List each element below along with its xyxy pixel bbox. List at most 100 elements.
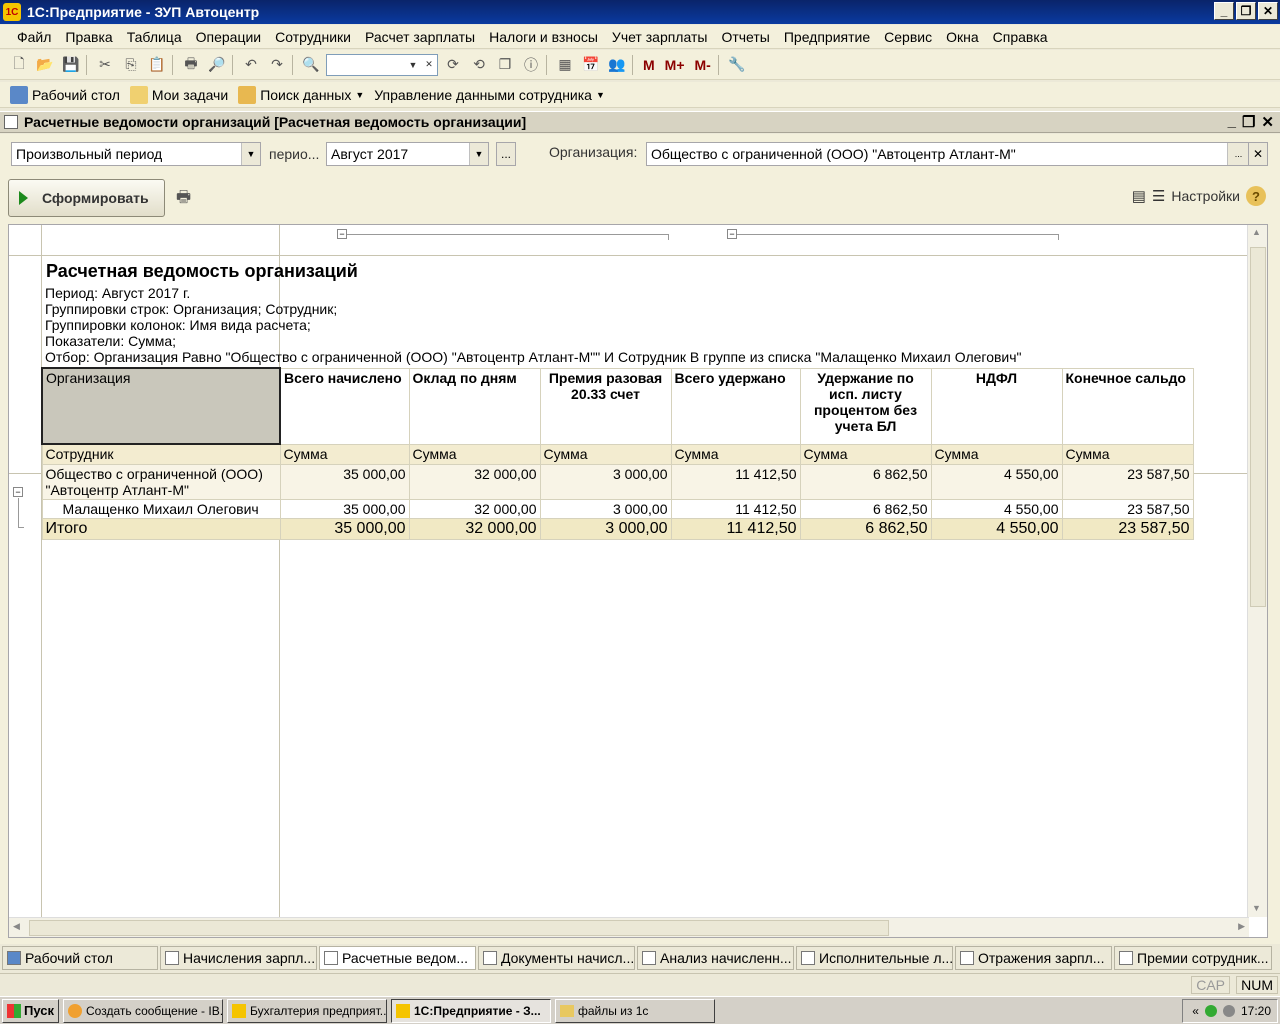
org-input[interactable]: Общество с ограниченной (ООО) "Автоцентр… [646, 142, 1250, 166]
subheader-measure[interactable]: Сумма [1061, 443, 1194, 465]
generate-button[interactable]: Сформировать [8, 179, 165, 217]
menu-operations[interactable]: Операции [189, 29, 269, 45]
report-spreadsheet[interactable]: − − − Расчетная ведомость организаций Пе… [8, 224, 1268, 938]
tray-app-icon[interactable] [1204, 1005, 1217, 1017]
window-tab-desktop[interactable]: Рабочий стол [2, 946, 158, 970]
value-cell[interactable]: 11 412,50 [670, 498, 801, 519]
window-tab-accrual-analysis[interactable]: Анализ начисленн... [637, 946, 794, 970]
collapse-group-icon[interactable]: − [337, 229, 347, 239]
menu-employees[interactable]: Сотрудники [268, 29, 358, 45]
preview-icon[interactable]: 🔎 [206, 54, 228, 76]
help-icon[interactable]: ? [1246, 186, 1266, 206]
menu-file[interactable]: Файл [10, 29, 58, 45]
close-button[interactable]: ✕ [1258, 2, 1278, 20]
header-final-balance[interactable]: Конечное сальдо [1061, 367, 1194, 445]
desktop-button[interactable]: Рабочий стол [10, 85, 120, 104]
subheader-measure[interactable]: Сумма [408, 443, 541, 465]
total-value-cell[interactable]: 3 000,00 [539, 517, 672, 540]
chevron-down-icon[interactable]: ▼ [405, 55, 421, 75]
calculator-icon[interactable]: ▦ [554, 54, 576, 76]
menu-help[interactable]: Справка [986, 29, 1055, 45]
header-ndfl[interactable]: НДФЛ [930, 367, 1063, 445]
header-total-accrued[interactable]: Всего начислено [279, 367, 410, 445]
menu-taxes[interactable]: Налоги и взносы [482, 29, 605, 45]
doc-minimize-button[interactable]: _ [1228, 113, 1236, 131]
subheader-measure[interactable]: Сумма [279, 443, 410, 465]
start-button[interactable]: Пуск [2, 998, 59, 1023]
menu-windows[interactable]: Окна [939, 29, 986, 45]
value-cell[interactable]: 6 862,50 [799, 463, 932, 500]
collapse-row-group-icon[interactable]: − [13, 487, 23, 497]
org-clear-button[interactable]: ✕ [1248, 142, 1268, 166]
users-icon[interactable]: 👥 [606, 54, 628, 76]
windows-icon[interactable]: ❐ [494, 54, 516, 76]
horizontal-scrollbar[interactable]: ◀ ▶ [9, 917, 1249, 937]
save-icon[interactable]: 💾 [60, 54, 82, 76]
cut-icon[interactable]: ✂ [94, 54, 116, 76]
org-name-cell[interactable]: Общество с ограниченной (ООО) "Автоцентр… [41, 463, 281, 500]
value-cell[interactable]: 3 000,00 [539, 498, 672, 519]
window-tab-bonuses[interactable]: Премии сотрудник... [1114, 946, 1272, 970]
taskbar-item-mail[interactable]: Создать сообщение - IB... [63, 998, 223, 1023]
memory-minus-button[interactable]: M- [692, 54, 714, 76]
tray-expand-button[interactable]: « [1192, 1004, 1199, 1018]
value-cell[interactable]: 3 000,00 [539, 463, 672, 500]
open-icon[interactable]: 📂 [34, 54, 56, 76]
org-choose-button[interactable]: ... [1227, 143, 1249, 165]
menu-service[interactable]: Сервис [877, 29, 939, 45]
value-cell[interactable]: 23 587,50 [1061, 498, 1194, 519]
employee-data-button[interactable]: Управление данными сотрудника ▼ [374, 87, 605, 103]
menu-reports[interactable]: Отчеты [714, 29, 776, 45]
chevron-down-icon[interactable]: ▼ [355, 90, 364, 100]
data-search-button[interactable]: Поиск данных ▼ [238, 85, 364, 104]
paste-icon[interactable]: 📋 [146, 54, 168, 76]
chevron-down-icon[interactable]: ▼ [241, 143, 260, 165]
value-cell[interactable]: 11 412,50 [670, 463, 801, 500]
menu-enterprise[interactable]: Предприятие [777, 29, 877, 45]
window-tab-payroll-sheets[interactable]: Расчетные ведом... [319, 946, 476, 970]
period-choose-button[interactable]: ... [496, 142, 516, 166]
print-icon[interactable]: 🖶 [180, 54, 202, 76]
print-icon[interactable]: 🖶 [176, 186, 191, 213]
value-cell[interactable]: 32 000,00 [408, 498, 541, 519]
subheader-employee[interactable]: Сотрудник [41, 443, 281, 465]
menu-payroll[interactable]: Расчет зарплаты [358, 29, 482, 45]
find-prev-icon[interactable]: ⟲ [468, 54, 490, 76]
redo-icon[interactable]: ↷ [266, 54, 288, 76]
calendar-icon[interactable]: 📅 [580, 54, 602, 76]
collapse-group-icon[interactable]: − [727, 229, 737, 239]
value-cell[interactable]: 4 550,00 [930, 498, 1063, 519]
horizontal-scroll-thumb[interactable] [29, 920, 889, 936]
period-select[interactable]: Август 2017 ▼ [326, 142, 489, 166]
subheader-measure[interactable]: Сумма [670, 443, 801, 465]
employee-name-cell[interactable]: Малащенко Михаил Олегович [41, 498, 281, 519]
period-type-select[interactable]: Произвольный период ▼ [11, 142, 261, 166]
clear-icon[interactable]: ✕ [421, 55, 437, 75]
total-value-cell[interactable]: 23 587,50 [1061, 517, 1194, 540]
subheader-measure[interactable]: Сумма [799, 443, 932, 465]
scroll-down-icon[interactable]: ▼ [1252, 903, 1261, 913]
total-value-cell[interactable]: 4 550,00 [930, 517, 1063, 540]
doc-close-button[interactable]: ✕ [1261, 113, 1274, 131]
window-tab-accruals[interactable]: Начисления зарпл... [160, 946, 317, 970]
my-tasks-button[interactable]: Мои задачи [129, 85, 228, 104]
menu-edit[interactable]: Правка [58, 29, 119, 45]
info-icon[interactable]: ⓘ [520, 54, 542, 76]
window-tab-salary-reflections[interactable]: Отражения зарпл... [955, 946, 1112, 970]
memory-plus-button[interactable]: M+ [662, 54, 688, 76]
search-icon[interactable]: 🔍 [300, 54, 322, 76]
value-cell[interactable]: 32 000,00 [408, 463, 541, 500]
chevron-down-icon[interactable]: ▼ [469, 143, 488, 165]
scroll-left-icon[interactable]: ◀ [13, 921, 20, 932]
menu-salary-accounting[interactable]: Учет зарплаты [605, 29, 715, 45]
scroll-right-icon[interactable]: ▶ [1238, 921, 1245, 932]
value-cell[interactable]: 35 000,00 [279, 463, 410, 500]
header-salary-days[interactable]: Оклад по дням [408, 367, 541, 445]
total-value-cell[interactable]: 35 000,00 [279, 517, 410, 540]
find-next-icon[interactable]: ⟳ [442, 54, 464, 76]
tools-icon[interactable]: 🔧 [726, 54, 748, 76]
window-tab-accrual-documents[interactable]: Документы начисл... [478, 946, 635, 970]
restore-button[interactable]: ❐ [1236, 2, 1256, 20]
total-value-cell[interactable]: 32 000,00 [408, 517, 541, 540]
settings-button[interactable]: Настройки [1171, 188, 1240, 204]
